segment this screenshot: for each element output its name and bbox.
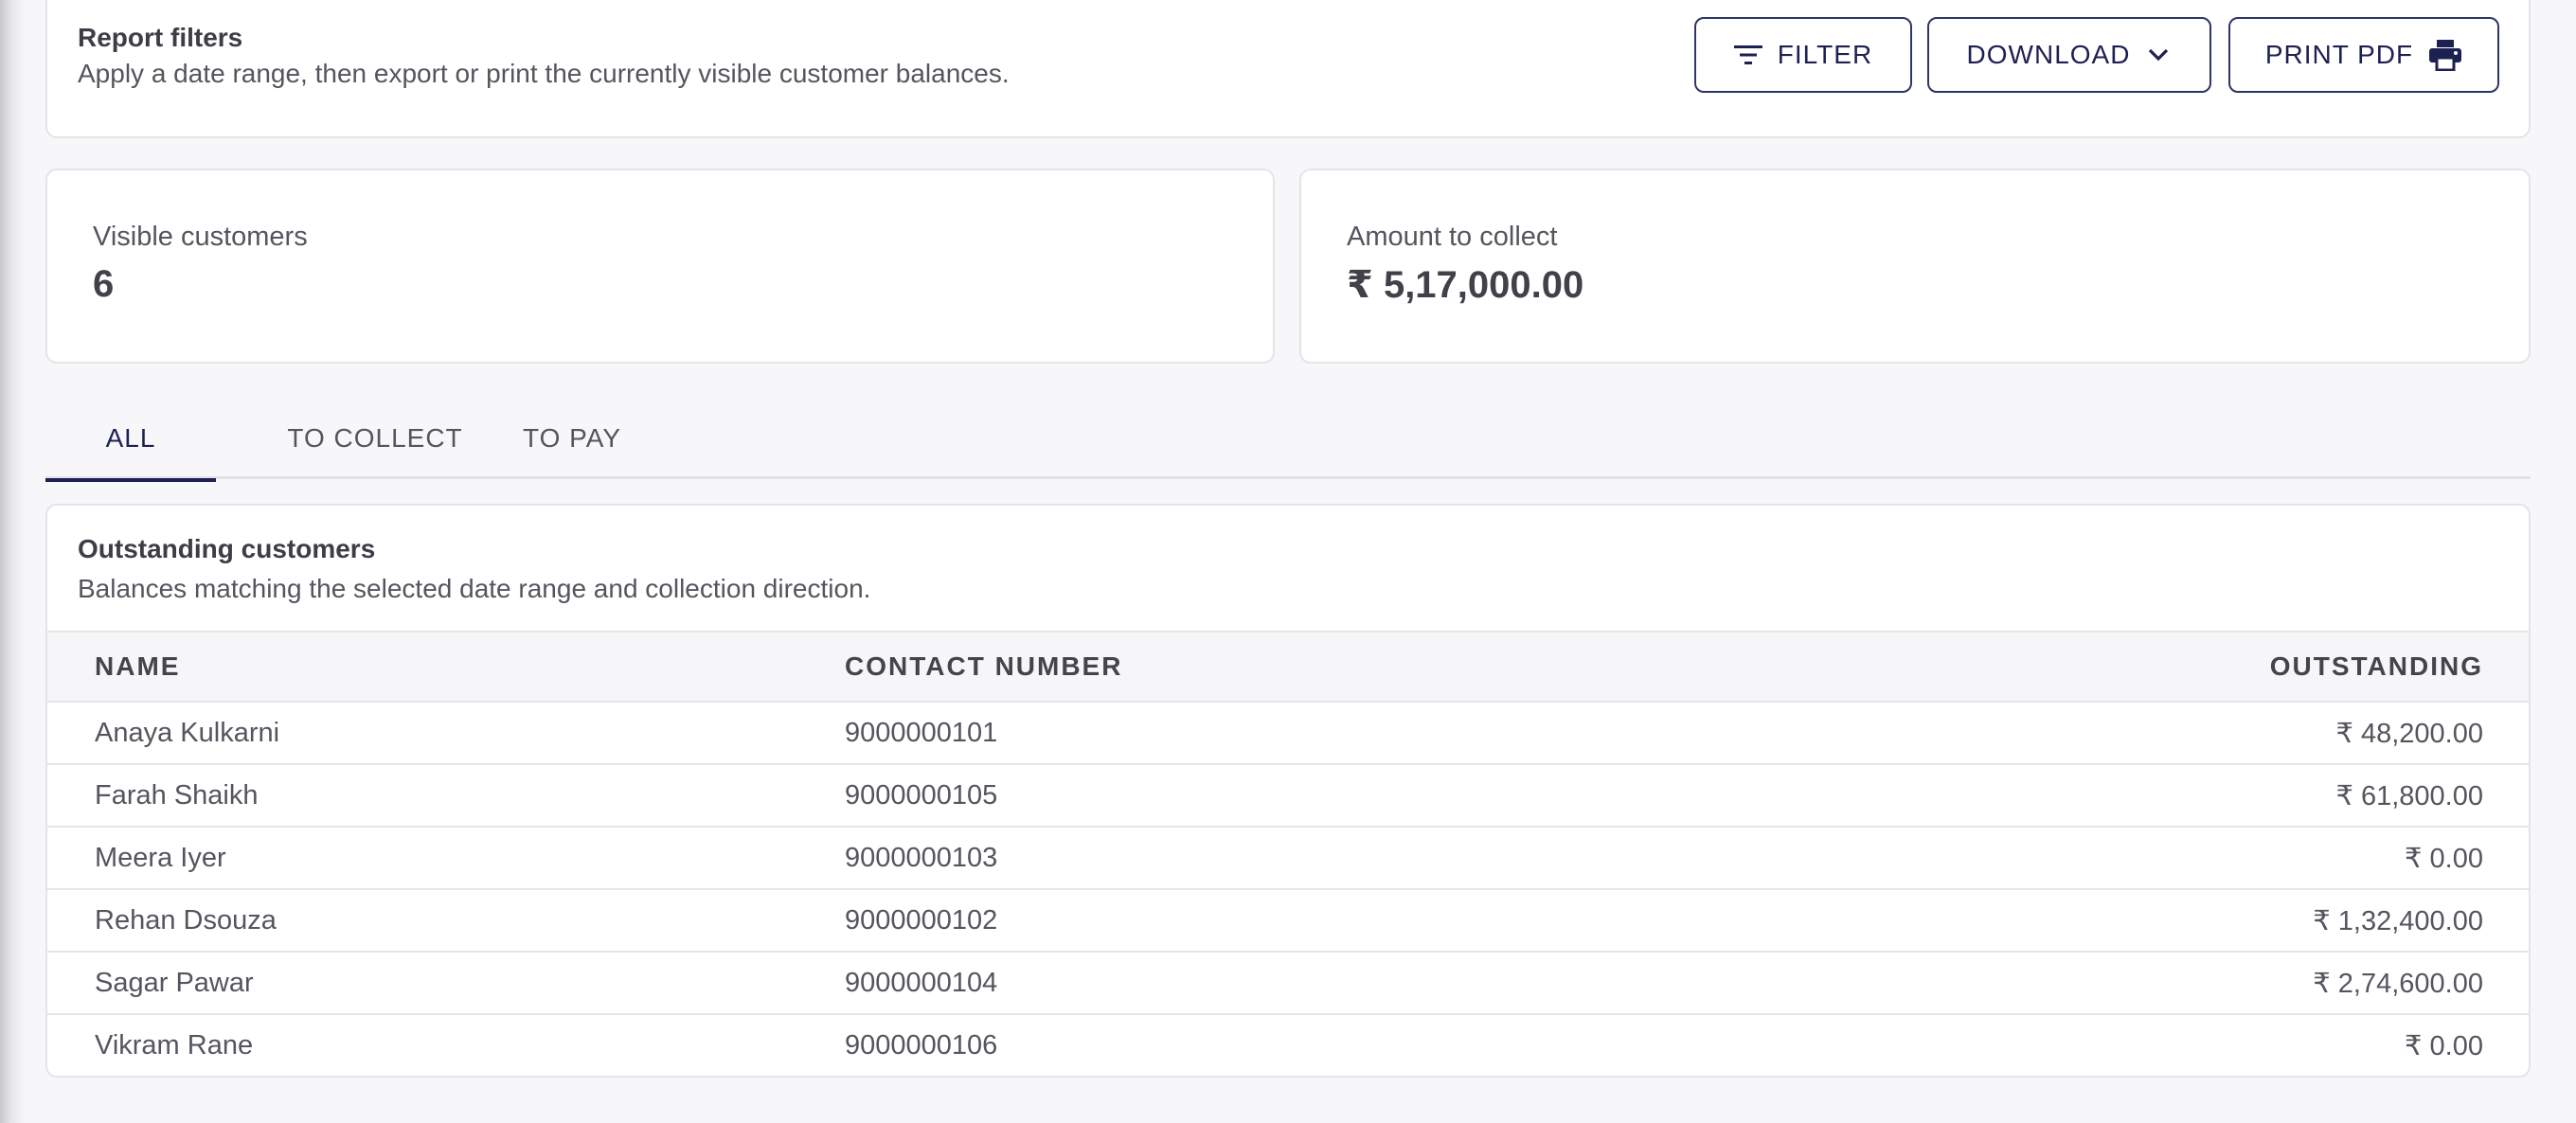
table-row[interactable]: Sagar Pawar 9000000104 ₹ 2,74,600.00: [47, 951, 2529, 1014]
filter-button[interactable]: FILTER: [1694, 17, 1912, 93]
report-filters-title: Report filters: [78, 23, 243, 52]
amount-to-collect-value: ₹ 5,17,000.00: [1347, 264, 1584, 306]
cell-outstanding: ₹ 2,74,600.00: [1981, 951, 2529, 1014]
cell-outstanding: ₹ 0.00: [1981, 826, 2529, 889]
cell-outstanding: ₹ 0.00: [1981, 1013, 2529, 1076]
download-button-label: DOWNLOAD: [1966, 40, 2131, 69]
cell-outstanding: ₹ 1,32,400.00: [1981, 888, 2529, 952]
cell-name: Rehan Dsouza: [47, 888, 845, 952]
visible-customers-card: Visible customers 6: [45, 169, 1275, 364]
visible-customers-value: 6: [93, 263, 115, 305]
cell-contact: 9000000101: [845, 701, 1981, 764]
table-row[interactable]: Anaya Kulkarni 9000000101 ₹ 48,200.00: [47, 701, 2529, 764]
outstanding-customers-subtitle: Balances matching the selected date rang…: [78, 574, 871, 603]
cell-name: Vikram Rane: [47, 1013, 845, 1076]
table-row[interactable]: Meera Iyer 9000000103 ₹ 0.00: [47, 826, 2529, 889]
cell-contact: 9000000102: [845, 888, 1981, 952]
amount-to-collect-card: Amount to collect ₹ 5,17,000.00: [1299, 169, 2531, 364]
printer-icon: [2428, 39, 2462, 71]
tab-to-pay[interactable]: TO PAY: [496, 398, 648, 479]
visible-customers-label: Visible customers: [93, 222, 308, 252]
cell-name: Sagar Pawar: [47, 951, 845, 1014]
outstanding-customers-title: Outstanding customers: [78, 534, 376, 563]
outstanding-customers-card: Outstanding customers Balances matching …: [45, 504, 2531, 1078]
cell-name: Anaya Kulkarni: [47, 701, 845, 764]
amount-to-collect-label: Amount to collect: [1347, 222, 1558, 252]
left-shadow-edge: [0, 0, 25, 1123]
filter-button-label: FILTER: [1777, 40, 1873, 69]
tab-all[interactable]: ALL: [45, 398, 216, 482]
cell-name: Meera Iyer: [47, 826, 845, 889]
outstanding-customers-table: NAME CONTACT NUMBER OUTSTANDING Anaya Ku…: [47, 631, 2529, 1076]
cell-contact: 9000000106: [845, 1013, 1981, 1076]
table-row[interactable]: Vikram Rane 9000000106 ₹ 0.00: [47, 1013, 2529, 1076]
collection-direction-tabs: ALL TO COLLECT TO PAY: [45, 398, 2531, 482]
download-button[interactable]: DOWNLOAD: [1927, 17, 2211, 93]
print-pdf-button[interactable]: PRINT PDF: [2228, 17, 2499, 93]
column-header-name[interactable]: NAME: [47, 631, 845, 702]
cell-name: Farah Shaikh: [47, 763, 845, 827]
cell-contact: 9000000103: [845, 826, 1981, 889]
column-header-outstanding[interactable]: OUTSTANDING: [1981, 631, 2529, 702]
tab-to-collect[interactable]: TO COLLECT: [233, 398, 517, 479]
chevron-down-icon: [2145, 45, 2172, 64]
table-row[interactable]: Rehan Dsouza 9000000102 ₹ 1,32,400.00: [47, 888, 2529, 952]
table-row[interactable]: Farah Shaikh 9000000105 ₹ 61,800.00: [47, 763, 2529, 827]
cell-outstanding: ₹ 61,800.00: [1981, 763, 2529, 827]
print-pdf-button-label: PRINT PDF: [2264, 40, 2414, 69]
cell-contact: 9000000104: [845, 951, 1981, 1014]
cell-contact: 9000000105: [845, 763, 1981, 827]
report-filters-card: Report filters Apply a date range, then …: [45, 0, 2531, 138]
report-filters-subtitle: Apply a date range, then export or print…: [78, 59, 1010, 88]
filter-lines-icon: [1733, 44, 1762, 66]
table-header-row: NAME CONTACT NUMBER OUTSTANDING: [47, 631, 2529, 702]
column-header-contact-number[interactable]: CONTACT NUMBER: [845, 631, 1981, 702]
cell-outstanding: ₹ 48,200.00: [1981, 701, 2529, 764]
